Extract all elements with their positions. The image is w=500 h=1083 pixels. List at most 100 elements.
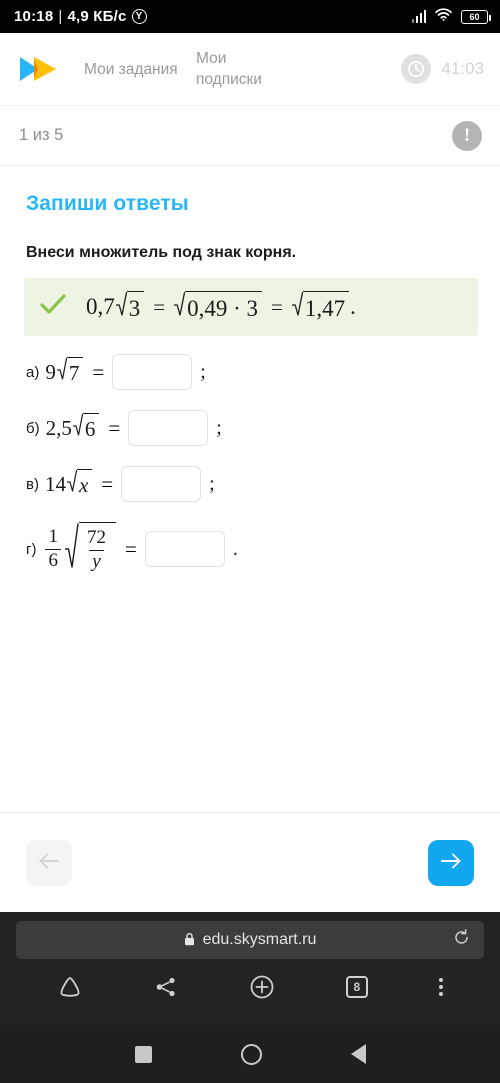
radical-sign [56,357,67,387]
item-label-g: г) [26,540,37,558]
url-bar[interactable]: edu.skysmart.ru [16,921,484,959]
url-bar-wrapper: edu.skysmart.ru [0,912,500,959]
lock-icon [184,932,195,949]
question-counter: 1 из 5 [19,126,64,144]
share-icon[interactable] [154,976,178,998]
expression-v: 14 x [45,469,93,499]
arrow-left-icon [37,851,61,874]
radical-sign [173,291,186,323]
example-sqrt-2: 0,49 · 3 [173,291,263,323]
radicand-b: 6 [82,413,100,443]
equals-a: = [92,359,105,384]
coefficient-a: 9 [45,359,56,384]
coefficient-v: 14 [44,471,66,496]
example-expression: 0,7 3 = 0,49 · 3 = 1,47 . [86,291,356,323]
answer-row-b: б) 2,5 6 = ; [26,410,476,446]
radical-sign [291,291,304,323]
expression-b: 2,5 6 [46,413,101,443]
example-equals-2: = [271,294,283,319]
url-text: edu.skysmart.ru [202,931,317,948]
answer-row-g: г) 1 6 72 y = . [26,522,476,576]
task-navigation-bar [0,812,500,912]
menu-icon[interactable] [438,978,443,996]
battery-icon: 60 [461,9,491,24]
equals-v: = [101,471,114,496]
answer-input-a[interactable] [112,354,193,390]
radicand-denominator-g: y [89,550,104,573]
example-sqrt-1: 3 [115,291,145,323]
coefficient-numerator-g: 1 [48,525,58,547]
answer-input-v[interactable] [121,466,202,502]
sqrt-b: 6 [72,413,100,443]
clock-icon [401,54,432,84]
item-label-b: б) [26,419,40,437]
example-radicand-3: 1,47 [302,291,350,323]
task-prompt: Внеси множитель под знак корня. [26,244,297,261]
answer-row-v: в) 14 x = ; [26,466,476,502]
answer-row-a: а) 9 7 = ; [26,354,476,390]
yandex-assistant-icon: Y [131,9,147,24]
sqrt-v: x [66,469,93,499]
warning-icon[interactable]: ! [452,120,482,151]
recents-button[interactable] [134,1045,152,1063]
browser-chrome: edu.skysmart.ru 8 [0,912,500,1025]
tab-count[interactable]: 8 [345,976,368,998]
item-label-v: в) [26,475,39,493]
radicand-fraction-g: 72 y [84,528,109,572]
browser-toolbar: 8 [0,959,500,1015]
home-button[interactable] [240,1043,262,1065]
example-period: . [350,294,356,319]
coefficient-b: 2,5 [45,415,72,440]
example-sqrt-3: 1,47 [291,291,350,323]
radical-sign [64,522,79,576]
phone-screen: 10:18 | 4,9 КБ/с Y 60 Мои задания Мои по… [0,0,500,1083]
sqrt-g: 72 y [64,522,116,576]
example-radicand-1: 3 [126,291,145,323]
status-separator: | [58,8,63,25]
progress-row: 1 из 5 ! [0,106,500,166]
expression-a: 9 7 [45,357,84,387]
home-icon[interactable] [57,975,83,999]
wifi-icon [435,8,452,25]
task-content: Запиши ответы Внеси множитель под знак к… [0,166,500,576]
new-tab-icon[interactable] [249,974,275,1000]
answer-input-b[interactable] [128,410,209,446]
answer-input-g[interactable] [144,531,225,567]
punct-a: ; [200,360,206,383]
radical-sign [115,291,127,323]
punct-b: ; [216,416,222,439]
radicand-numerator-g: 72 [86,527,106,549]
app-header: Мои задания Мои подписки 41:03 [0,33,500,106]
android-status-bar: 10:18 | 4,9 КБ/с Y 60 [0,0,500,33]
page-title: Запиши ответы [26,192,189,215]
status-bar-right: 60 [411,8,491,25]
coefficient-denominator-g: 6 [45,548,61,572]
timer-value: 41:03 [441,59,484,78]
clock-time: 10:18 [14,8,54,25]
back-button[interactable] [350,1044,366,1064]
radicand-g: 72 y [78,522,116,576]
radical-sign [72,413,83,443]
skysmart-logo[interactable] [16,52,68,86]
android-navigation-bar [0,1025,500,1083]
radical-sign [66,469,78,499]
session-timer: 41:03 [401,54,484,84]
next-task-button[interactable] [428,839,474,886]
punct-g: . [232,537,238,560]
arrow-right-icon [439,851,463,874]
status-bar-left: 10:18 | 4,9 КБ/с Y [14,8,147,25]
equals-g: = [124,536,137,561]
example-coefficient: 0,7 [86,294,115,319]
sqrt-a: 7 [56,357,84,387]
nav-my-tasks[interactable]: Мои задания [84,59,180,80]
reload-icon[interactable] [453,929,470,951]
item-label-a: а) [26,363,40,381]
example-box: 0,7 3 = 0,49 · 3 = 1,47 . [24,278,478,336]
check-icon [40,293,66,321]
expression-g: 1 6 72 y [42,522,117,576]
previous-task-button[interactable] [26,839,72,886]
nav-my-subscriptions[interactable]: Мои подписки [196,48,292,90]
data-rate: 4,9 КБ/с [67,8,127,25]
radicand-a: 7 [66,357,84,387]
equals-b: = [108,415,121,440]
